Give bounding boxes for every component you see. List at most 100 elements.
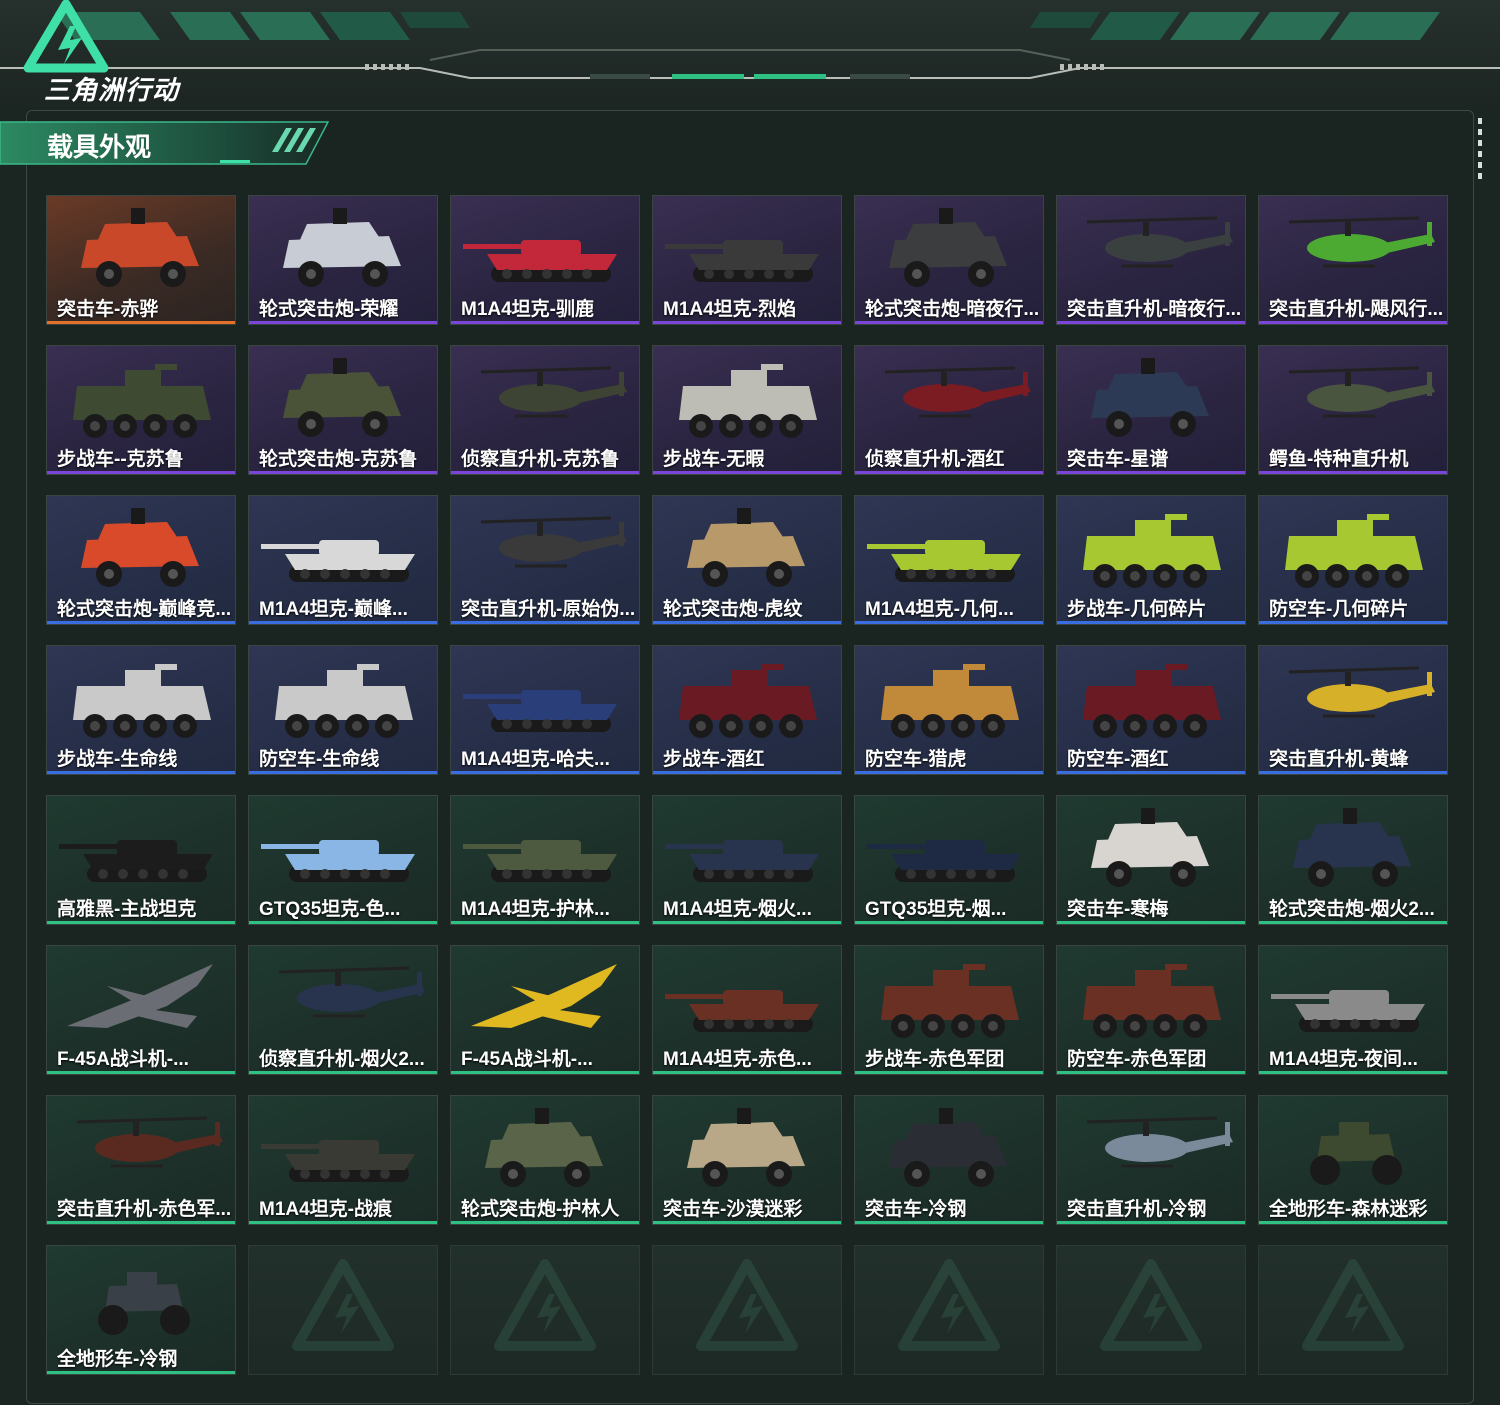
rarity-bar bbox=[249, 1071, 437, 1074]
vehicle-skin-card[interactable]: M1A4坦克-战痕 bbox=[248, 1095, 438, 1225]
rarity-bar bbox=[1259, 321, 1447, 324]
vehicle-skin-card[interactable]: M1A4坦克-赤色... bbox=[652, 945, 842, 1075]
vehicle-image bbox=[261, 540, 415, 582]
empty-slot bbox=[1056, 1245, 1246, 1375]
vehicle-skin-card[interactable]: F-45A战斗机-... bbox=[450, 945, 640, 1075]
rarity-bar bbox=[855, 1071, 1043, 1074]
vehicle-skin-card[interactable]: M1A4坦克-烟火... bbox=[652, 795, 842, 925]
vehicle-skin-card[interactable]: 侦察直升机-酒红 bbox=[854, 345, 1044, 475]
vehicle-skin-card[interactable]: 防空车-几何碎片 bbox=[1258, 495, 1448, 625]
vehicle-skin-card[interactable]: 突击直升机-飓风行... bbox=[1258, 195, 1448, 325]
vehicle-image bbox=[679, 664, 817, 738]
vehicle-skin-card[interactable]: 突击车-寒梅 bbox=[1056, 795, 1246, 925]
vehicle-skin-card[interactable]: 轮式突击炮-暗夜行... bbox=[854, 195, 1044, 325]
vehicle-skin-card[interactable]: 突击车-沙漠迷彩 bbox=[652, 1095, 842, 1225]
vehicle-image bbox=[679, 364, 817, 438]
vehicle-skin-card[interactable]: M1A4坦克-几何... bbox=[854, 495, 1044, 625]
vehicle-skin-label: M1A4坦克-烈焰 bbox=[663, 299, 797, 320]
vehicle-skin-card[interactable]: 侦察直升机-克苏鲁 bbox=[450, 345, 640, 475]
vehicle-skin-card[interactable]: 突击车-赤骅 bbox=[46, 195, 236, 325]
vehicle-skin-label: 步战车-生命线 bbox=[57, 749, 178, 770]
vehicle-skin-card[interactable]: 步战车--克苏鲁 bbox=[46, 345, 236, 475]
vehicle-skin-label: GTQ35坦克-烟... bbox=[865, 899, 1007, 920]
vehicle-image bbox=[1083, 664, 1221, 738]
vehicle-skin-card[interactable]: 高雅黑-主战坦克 bbox=[46, 795, 236, 925]
vehicle-skin-card[interactable]: 鳄鱼-特种直升机 bbox=[1258, 345, 1448, 475]
vehicle-skin-label: M1A4坦克-驯鹿 bbox=[461, 299, 595, 320]
vehicle-skin-card[interactable]: 轮式突击炮-克苏鲁 bbox=[248, 345, 438, 475]
rarity-bar bbox=[653, 1071, 841, 1074]
vehicle-skin-label: 突击直升机-暗夜行... bbox=[1067, 299, 1242, 320]
empty-slot bbox=[248, 1245, 438, 1375]
logo-text: 三角洲行动 bbox=[44, 75, 180, 105]
vehicle-skin-card[interactable]: 突击直升机-赤色军... bbox=[46, 1095, 236, 1225]
vehicle-image bbox=[283, 208, 401, 287]
vehicle-skin-card[interactable]: 轮式突击炮-荣耀 bbox=[248, 195, 438, 325]
vehicle-skin-card[interactable]: 防空车-猎虎 bbox=[854, 645, 1044, 775]
vehicle-image bbox=[1288, 366, 1435, 418]
vehicle-skin-label: F-45A战斗机-... bbox=[461, 1049, 593, 1070]
vehicle-image bbox=[76, 1116, 223, 1168]
vehicle-skin-card[interactable]: M1A4坦克-驯鹿 bbox=[450, 195, 640, 325]
vehicle-skin-card[interactable]: 全地形车-冷钢 bbox=[46, 1245, 236, 1375]
vehicle-skin-label: F-45A战斗机-... bbox=[57, 1049, 189, 1070]
vehicle-image bbox=[471, 964, 617, 1028]
vehicle-skin-card[interactable]: 步战车-生命线 bbox=[46, 645, 236, 775]
vehicle-skin-card[interactable]: M1A4坦克-哈夫... bbox=[450, 645, 640, 775]
vehicle-image bbox=[1288, 216, 1435, 268]
vehicle-skin-card[interactable]: 防空车-生命线 bbox=[248, 645, 438, 775]
rarity-bar bbox=[249, 1221, 437, 1224]
rarity-bar bbox=[1259, 1071, 1447, 1074]
vehicle-skin-card[interactable]: 轮式突击炮-巅峰竞... bbox=[46, 495, 236, 625]
rarity-bar bbox=[1259, 771, 1447, 774]
vehicle-skin-card[interactable]: 防空车-赤色军团 bbox=[1056, 945, 1246, 1075]
vehicle-skin-card[interactable]: 防空车-酒红 bbox=[1056, 645, 1246, 775]
vehicle-skin-card[interactable]: 步战车-无暇 bbox=[652, 345, 842, 475]
vehicle-image bbox=[98, 1272, 190, 1335]
vehicle-skin-card[interactable]: 全地形车-森林迷彩 bbox=[1258, 1095, 1448, 1225]
vehicle-skin-card[interactable]: 轮式突击炮-护林人 bbox=[450, 1095, 640, 1225]
rarity-bar bbox=[47, 771, 235, 774]
vehicle-skin-card[interactable]: GTQ35坦克-烟... bbox=[854, 795, 1044, 925]
placeholder-logo-icon bbox=[1100, 1259, 1202, 1351]
rarity-bar bbox=[451, 921, 639, 924]
rarity-bar bbox=[653, 621, 841, 624]
vehicle-skin-card[interactable]: F-45A战斗机-... bbox=[46, 945, 236, 1075]
rarity-bar bbox=[47, 471, 235, 474]
vehicle-skin-card[interactable]: 侦察直升机-烟火2... bbox=[248, 945, 438, 1075]
vehicle-skin-label: 步战车-酒红 bbox=[663, 749, 765, 770]
vehicle-skin-card[interactable]: 轮式突击炮-烟火2... bbox=[1258, 795, 1448, 925]
vehicle-skin-label: M1A4坦克-战痕 bbox=[259, 1199, 393, 1220]
vehicle-image bbox=[1091, 808, 1209, 887]
rarity-bar bbox=[451, 1221, 639, 1224]
vehicle-image bbox=[687, 1108, 805, 1187]
vehicle-skin-card[interactable]: 轮式突击炮-虎纹 bbox=[652, 495, 842, 625]
vehicle-image bbox=[867, 840, 1021, 882]
rarity-bar bbox=[1057, 771, 1245, 774]
vehicle-skin-card[interactable]: 突击直升机-黄蜂 bbox=[1258, 645, 1448, 775]
vehicle-skin-card[interactable]: 突击直升机-暗夜行... bbox=[1056, 195, 1246, 325]
rarity-bar bbox=[1259, 921, 1447, 924]
vehicle-skin-label: 步战车-几何碎片 bbox=[1067, 599, 1207, 620]
vehicle-skin-card[interactable]: 步战车-几何碎片 bbox=[1056, 495, 1246, 625]
vehicle-skin-card[interactable]: M1A4坦克-护林... bbox=[450, 795, 640, 925]
vehicle-skin-card[interactable]: 突击车-冷钢 bbox=[854, 1095, 1044, 1225]
vehicle-skin-label: 轮式突击炮-巅峰竞... bbox=[57, 599, 232, 620]
vehicle-skin-card[interactable]: 突击直升机-原始伪... bbox=[450, 495, 640, 625]
vehicle-skin-card[interactable]: M1A4坦克-巅峰... bbox=[248, 495, 438, 625]
vehicle-skin-label: 轮式突击炮-虎纹 bbox=[663, 599, 803, 620]
vehicle-skin-card[interactable]: 突击车-星谱 bbox=[1056, 345, 1246, 475]
scrollbar-indicator[interactable] bbox=[1478, 118, 1484, 180]
vehicle-skin-card[interactable]: 步战车-赤色军团 bbox=[854, 945, 1044, 1075]
vehicle-image bbox=[480, 366, 627, 418]
vehicle-skin-card[interactable]: GTQ35坦克-色... bbox=[248, 795, 438, 925]
vehicle-skin-label: 高雅黑-主战坦克 bbox=[57, 899, 197, 920]
vehicle-skin-label: 突击车-冷钢 bbox=[865, 1199, 967, 1220]
vehicle-skin-card[interactable]: M1A4坦克-夜间... bbox=[1258, 945, 1448, 1075]
vehicle-image bbox=[81, 208, 199, 287]
vehicle-skin-label: 步战车-赤色军团 bbox=[865, 1049, 1005, 1070]
vehicle-skin-card[interactable]: M1A4坦克-烈焰 bbox=[652, 195, 842, 325]
vehicle-image bbox=[485, 1108, 603, 1187]
vehicle-skin-card[interactable]: 突击直升机-冷钢 bbox=[1056, 1095, 1246, 1225]
vehicle-skin-card[interactable]: 步战车-酒红 bbox=[652, 645, 842, 775]
